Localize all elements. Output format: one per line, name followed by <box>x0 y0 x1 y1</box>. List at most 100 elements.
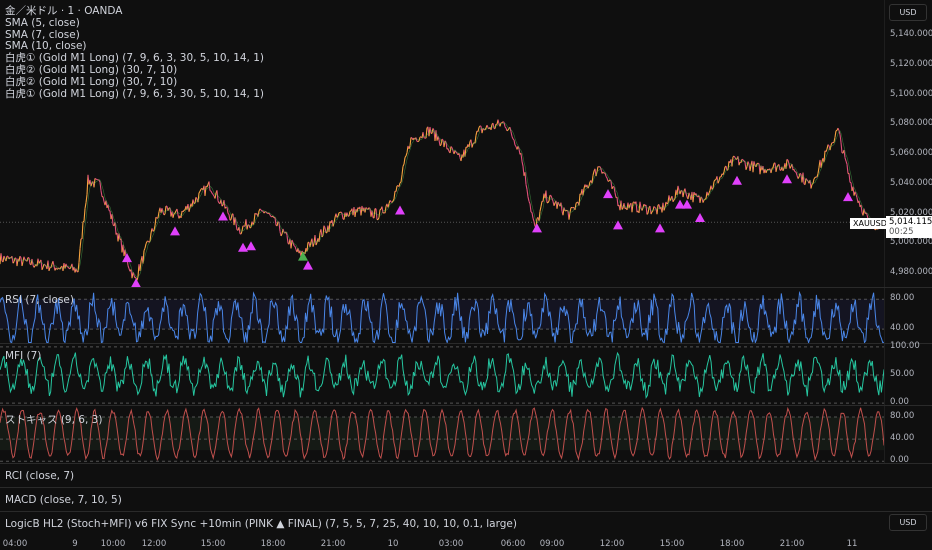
rsi-label[interactable]: RSI (7, close) <box>5 294 74 306</box>
candle <box>846 164 849 174</box>
candle <box>827 144 830 147</box>
stoch-axis[interactable]: 80.00 40.00 0.00 <box>884 406 932 465</box>
price-tick: 5,060.000 <box>890 148 932 158</box>
candle <box>631 202 634 213</box>
candle <box>417 140 420 143</box>
time-axis[interactable]: 04:00 9 10:00 12:00 15:00 18:00 21:00 10 03:00 06… <box>0 537 884 550</box>
candle <box>812 178 815 184</box>
candle <box>685 193 688 197</box>
signal-triangle-icon <box>170 226 180 236</box>
logicb-pane[interactable]: LogicB HL2 (Stoch+MFI) v6 FIX Sync +10mi… <box>0 512 932 537</box>
candle <box>553 202 556 206</box>
candle <box>692 192 695 203</box>
candle <box>235 223 238 230</box>
candle <box>837 127 840 131</box>
rci-pane[interactable]: RCI (close, 7) <box>0 464 932 488</box>
candle <box>33 265 36 268</box>
candle <box>217 200 220 204</box>
candle <box>155 216 158 219</box>
candle <box>492 122 495 129</box>
candle <box>605 176 608 179</box>
candle <box>512 138 515 141</box>
rci-label[interactable]: RCI (close, 7) <box>5 470 74 482</box>
time-tick: 21:00 <box>320 539 346 549</box>
logicb-label[interactable]: LogicB HL2 (Stoch+MFI) v6 FIX Sync +10mi… <box>5 518 517 530</box>
candle <box>521 161 524 167</box>
candle <box>144 243 147 249</box>
candle <box>725 165 728 171</box>
candle <box>497 119 500 124</box>
osc-tick: 100.00 <box>890 340 920 351</box>
time-tick: 18:00 <box>260 539 286 549</box>
candle <box>259 208 262 211</box>
legend-sma5[interactable]: SMA (5, close) <box>5 17 264 30</box>
candle <box>490 124 493 131</box>
candle <box>833 137 836 143</box>
candle <box>127 265 130 269</box>
candle <box>408 145 411 150</box>
candle <box>438 139 441 146</box>
candle <box>795 171 798 176</box>
candle <box>443 140 446 148</box>
candle <box>825 148 828 152</box>
candle <box>59 266 62 270</box>
time-tick: 9 <box>72 539 78 549</box>
mfi-pane[interactable]: MFI (7) 100.00 50.00 0.00 <box>0 340 932 407</box>
candle <box>550 195 553 199</box>
macd-pane[interactable]: MACD (close, 7, 10, 5) <box>0 488 932 512</box>
candle <box>276 221 279 227</box>
signal-triangle-icon <box>395 205 405 215</box>
candle <box>524 172 527 185</box>
candle <box>294 246 297 250</box>
candle <box>402 163 405 167</box>
rsi-axis[interactable]: 80.00 40.00 <box>884 288 932 343</box>
candle <box>365 207 368 209</box>
macd-label[interactable]: MACD (close, 7, 10, 5) <box>5 494 122 506</box>
legend-byakko2b[interactable]: 白虎② (Gold M1 Long) (30, 7, 10) <box>5 76 264 89</box>
signal-triangle-icon <box>238 242 248 252</box>
candle <box>860 204 863 213</box>
candle <box>481 128 484 134</box>
currency-button[interactable]: USD <box>889 4 927 21</box>
candle <box>529 203 532 213</box>
candle <box>405 152 408 157</box>
currency-button-bottom[interactable]: USD <box>889 514 927 531</box>
candle <box>249 226 252 229</box>
rsi-pane[interactable]: RSI (7, close) 80.00 40.00 <box>0 288 932 344</box>
signal-triangle-icon <box>843 192 853 202</box>
candle <box>707 192 710 196</box>
mfi-axis[interactable]: 100.00 50.00 0.00 <box>884 340 932 407</box>
time-tick: 10 <box>387 539 399 549</box>
stoch-pane[interactable]: ストキャス (9, 6, 3) 80.00 40.00 0.00 <box>0 406 932 465</box>
candle <box>228 214 231 221</box>
candle <box>40 259 43 270</box>
signal-triangle-icon <box>613 220 623 230</box>
candle <box>154 217 157 226</box>
candle <box>198 191 201 194</box>
candle <box>157 211 160 218</box>
stoch-label[interactable]: ストキャス (9, 6, 3) <box>5 412 102 427</box>
candle <box>702 199 705 203</box>
candle <box>747 161 750 165</box>
candle <box>28 257 31 265</box>
candle <box>793 169 796 173</box>
candle <box>477 127 480 132</box>
candle <box>810 184 813 189</box>
price-tick: 5,100.000 <box>890 88 932 99</box>
time-tick: 04:00 <box>2 539 28 549</box>
rsi-line <box>0 290 884 343</box>
candle <box>260 209 263 212</box>
mfi-label[interactable]: MFI (7) <box>5 350 41 362</box>
candle <box>741 158 744 161</box>
candle <box>221 204 224 207</box>
price-axis[interactable]: 5,140.000 5,120.000 5,100.000 5,080.000 5,06… <box>884 0 932 287</box>
candle <box>525 184 528 190</box>
candle <box>399 181 402 184</box>
legend-byakko2[interactable]: 白虎② (Gold M1 Long) (30, 7, 10) <box>5 64 264 77</box>
signal-triangle-icon <box>303 260 313 270</box>
legend-byakko1b[interactable]: 白虎① (Gold M1 Long) (7, 9, 6, 3, 30, 5, 1… <box>5 88 264 101</box>
candle <box>799 172 802 175</box>
candle <box>84 202 87 209</box>
time-tick: 15:00 <box>659 539 685 549</box>
main-price-pane[interactable]: 金／米ドル · 1 · OANDA SMA (5, close) SMA (7,… <box>0 0 932 288</box>
